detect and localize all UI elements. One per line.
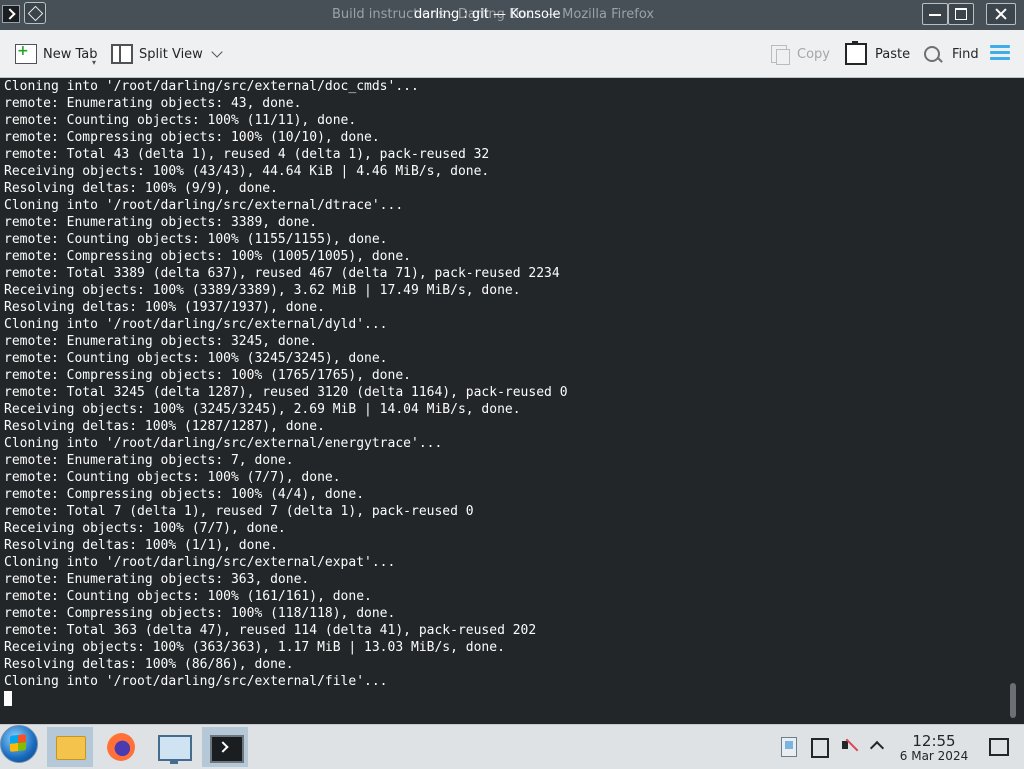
terminal-line: Cloning into '/root/darling/src/external… <box>4 79 419 94</box>
chevron-down-icon <box>211 46 223 58</box>
start-icon <box>10 734 26 752</box>
find-button[interactable]: Find <box>924 43 979 65</box>
taskbar-file-manager[interactable] <box>47 727 93 767</box>
terminal-line: Receiving objects: 100% (3245/3245), 2.6… <box>4 402 521 417</box>
split-view-icon <box>111 44 133 64</box>
new-tab-label: New Tab <box>43 46 98 62</box>
keep-above-button[interactable] <box>24 2 46 24</box>
split-view-label: Split View <box>139 46 203 62</box>
taskbar-system-settings[interactable] <box>149 727 195 767</box>
clock-date[interactable]: 6 Mar 2024 <box>893 749 975 763</box>
copy-label: Copy <box>797 46 830 62</box>
system-settings-icon <box>158 735 192 764</box>
terminal-line: remote: Enumerating objects: 43, done. <box>4 96 302 111</box>
terminal-line: remote: Total 7 (delta 1), reused 7 (del… <box>4 504 474 519</box>
terminal-line: Cloning into '/root/darling/src/external… <box>4 436 443 451</box>
paste-button[interactable]: Paste <box>845 41 911 65</box>
terminal-line: Cloning into '/root/darling/src/external… <box>4 555 396 570</box>
chevron-up-icon[interactable] <box>869 740 885 756</box>
new-tab-button[interactable]: New Tab <box>15 43 98 65</box>
terminal-line: Resolving deltas: 100% (1287/1287), done… <box>4 419 325 434</box>
terminal-line: remote: Counting objects: 100% (3245/324… <box>4 351 388 366</box>
terminal-line: Resolving deltas: 100% (1937/1937), done… <box>4 300 325 315</box>
volume-muted-icon[interactable] <box>842 737 858 753</box>
taskbar-konsole[interactable] <box>202 727 248 767</box>
konsole-toolbar: New Tab ▾ Split View Copy Paste Find <box>0 30 1024 78</box>
terminal-line: remote: Compressing objects: 100% (1765/… <box>4 368 411 383</box>
terminal-line: remote: Counting objects: 100% (11/11), … <box>4 113 357 128</box>
split-view-button[interactable]: Split View <box>111 43 223 65</box>
terminal-line: remote: Enumerating objects: 7, done. <box>4 453 294 468</box>
new-tab-menu-arrow-icon[interactable]: ▾ <box>92 58 96 67</box>
terminal-line: Cloning into '/root/darling/src/external… <box>4 674 388 689</box>
terminal-line: remote: Compressing objects: 100% (10/10… <box>4 130 380 145</box>
minimize-button[interactable] <box>922 3 948 25</box>
terminal-line: Cloning into '/root/darling/src/external… <box>4 317 388 332</box>
hamburger-menu-icon[interactable] <box>990 45 1010 61</box>
clipboard-icon[interactable] <box>781 737 797 757</box>
terminal-line: Receiving objects: 100% (7/7), done. <box>4 521 286 536</box>
terminal-line: Receiving objects: 100% (3389/3389), 3.6… <box>4 283 521 298</box>
search-icon <box>924 46 940 62</box>
copy-button[interactable]: Copy <box>771 43 830 65</box>
maximize-button[interactable] <box>948 3 974 25</box>
terminal-line: Resolving deltas: 100% (86/86), done. <box>4 657 294 672</box>
terminal-line: Resolving deltas: 100% (1/1), done. <box>4 538 278 553</box>
konsole-app-icon[interactable] <box>2 5 20 23</box>
terminal-line: Receiving objects: 100% (43/43), 44.64 K… <box>4 164 490 179</box>
terminal-line: remote: Counting objects: 100% (1155/115… <box>4 232 388 247</box>
new-tab-icon <box>15 44 37 64</box>
terminal-line: remote: Compressing objects: 100% (118/1… <box>4 606 396 621</box>
terminal-line: remote: Counting objects: 100% (161/161)… <box>4 589 372 604</box>
firefox-icon <box>107 733 135 761</box>
terminal-line: remote: Total 43 (delta 1), reused 4 (de… <box>4 147 490 162</box>
paste-label: Paste <box>875 46 911 62</box>
show-desktop-icon[interactable] <box>989 738 1009 756</box>
terminal-line: remote: Compressing objects: 100% (4/4),… <box>4 487 365 502</box>
terminal-line: remote: Total 3389 (delta 637), reused 4… <box>4 266 560 281</box>
terminal-line: remote: Counting objects: 100% (7/7), do… <box>4 470 341 485</box>
terminal-line: Receiving objects: 100% (363/363), 1.17 … <box>4 640 505 655</box>
notes-icon[interactable] <box>811 738 829 758</box>
window-titlebar[interactable]: Build instructions - Darling Docs — Mozi… <box>0 0 1024 30</box>
window-title: darling : git — Konsole <box>414 7 561 22</box>
terminal-line: remote: Enumerating objects: 3245, done. <box>4 334 318 349</box>
terminal-scrollbar[interactable] <box>1010 683 1016 718</box>
terminal-output: Cloning into '/root/darling/src/external… <box>4 78 568 690</box>
copy-icon <box>771 45 790 65</box>
terminal-line: remote: Enumerating objects: 3389, done. <box>4 215 318 230</box>
terminal-line: remote: Compressing objects: 100% (1005/… <box>4 249 411 264</box>
terminal-line: remote: Total 363 (delta 47), reused 114… <box>4 623 537 638</box>
terminal-line: remote: Enumerating objects: 363, done. <box>4 572 310 587</box>
folder-icon <box>56 736 86 760</box>
taskbar: 12:55 6 Mar 2024 <box>0 724 1024 769</box>
taskbar-firefox[interactable] <box>98 727 144 767</box>
start-menu-button[interactable] <box>0 725 38 763</box>
clock-time[interactable]: 12:55 <box>905 732 963 750</box>
terminal-view[interactable]: Cloning into '/root/darling/src/external… <box>0 78 1024 724</box>
terminal-cursor <box>4 691 12 706</box>
diamond-icon <box>27 5 44 22</box>
find-label: Find <box>952 46 979 62</box>
terminal-line: Resolving deltas: 100% (9/9), done. <box>4 181 278 196</box>
konsole-icon <box>210 735 244 763</box>
terminal-line: Cloning into '/root/darling/src/external… <box>4 198 404 213</box>
paste-icon <box>845 41 867 65</box>
terminal-line: remote: Total 3245 (delta 1287), reused … <box>4 385 568 400</box>
close-button[interactable] <box>986 3 1016 25</box>
